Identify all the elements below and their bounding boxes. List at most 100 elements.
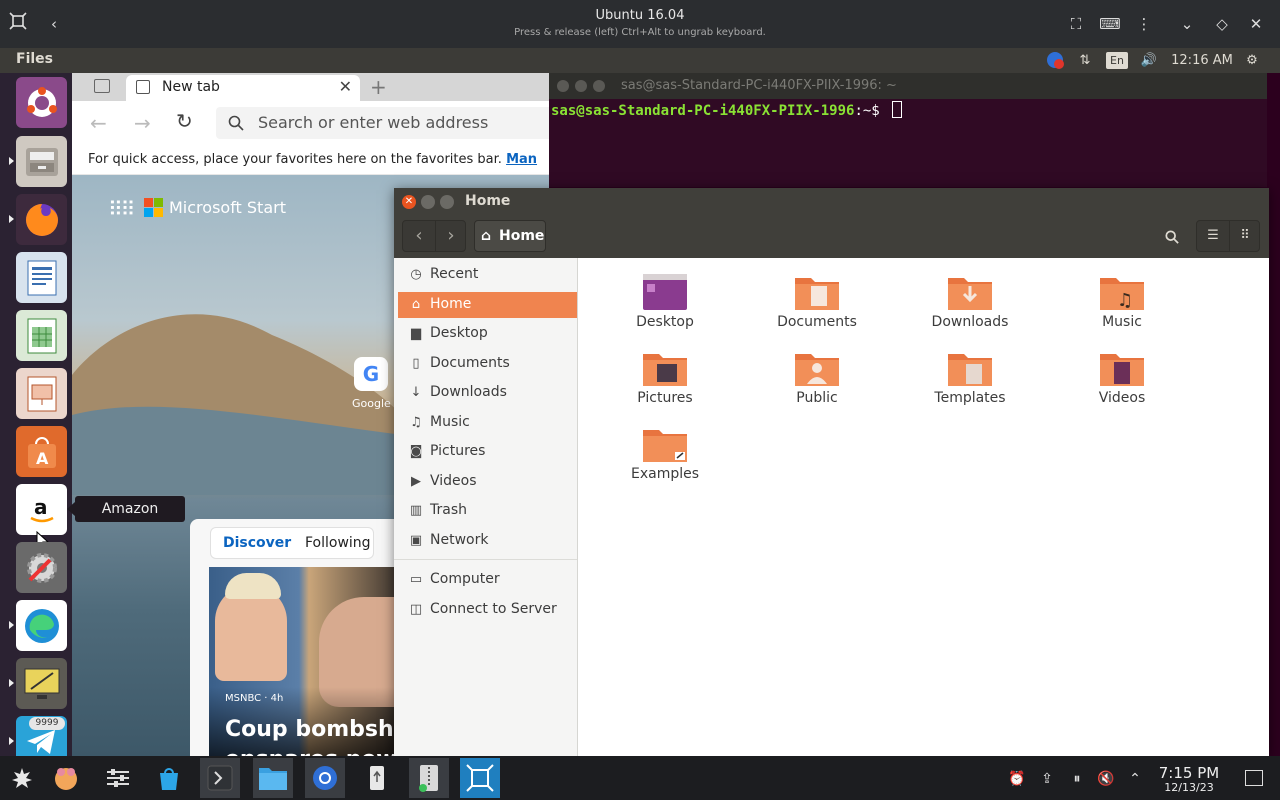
forward-icon[interactable]: →	[134, 111, 151, 135]
gear-icon[interactable]: ⚙	[1242, 50, 1262, 71]
sidebar-item-music[interactable]: ♫ Music	[398, 410, 577, 436]
breadcrumb-home[interactable]: ⌂ Home	[474, 220, 546, 252]
tray-expand-icon[interactable]: ⌃	[1124, 768, 1146, 790]
news-source: MSNBC · 4h	[225, 693, 284, 704]
ubuntu-top-panel: Files ⇅ En 🔊 12:16 AM ⚙	[0, 48, 1280, 73]
video-icon: ▶	[411, 474, 421, 489]
minimize-icon[interactable]	[575, 80, 587, 92]
sidebar-item-home[interactable]: ⌂ Home	[398, 292, 577, 318]
sidebar-item-trash[interactable]: ▥ Trash	[398, 498, 577, 524]
screen-fit-icon[interactable]: ⛶	[1064, 12, 1088, 36]
screenshot-tool-icon[interactable]	[16, 658, 67, 709]
folder-examples[interactable]: Examples	[600, 424, 730, 494]
search-button[interactable]	[1156, 220, 1188, 252]
taskbar-clock[interactable]: 7:15 PM	[1152, 764, 1226, 782]
folder-videos[interactable]: Videos	[1057, 348, 1187, 418]
sidebar-item-desktop[interactable]: ▆ Desktop	[398, 321, 577, 347]
tab-following[interactable]: Following	[305, 535, 371, 551]
archive-manager-icon[interactable]	[409, 758, 449, 798]
restore-icon[interactable]: ◇	[1210, 12, 1234, 36]
manage-favorites-link[interactable]: Man	[506, 152, 537, 167]
volume-icon[interactable]: 🔊	[1138, 50, 1160, 71]
apps-grid-icon[interactable]: ⠿⠿	[108, 197, 135, 221]
app-launcher-icon[interactable]	[2, 758, 42, 798]
ubuntu-dash-icon[interactable]	[16, 77, 67, 128]
folder-documents[interactable]: Documents	[752, 272, 882, 342]
google-shortcut-icon[interactable]: G	[354, 357, 388, 391]
new-tab-button[interactable]: +	[370, 75, 387, 99]
tab-actions-icon[interactable]	[94, 79, 110, 93]
sidebar-item-downloads[interactable]: ↓ Downloads	[398, 380, 577, 406]
libreoffice-writer-icon[interactable]	[16, 252, 67, 303]
sidebar-item-videos[interactable]: ▶ Videos	[398, 469, 577, 495]
network-arrows-icon[interactable]: ⇅	[1075, 50, 1095, 71]
usb-drive-icon[interactable]	[357, 758, 397, 798]
update-icon[interactable]: ⇪	[1036, 768, 1058, 790]
forward-icon[interactable]: ›	[435, 221, 466, 251]
more-options-icon[interactable]: ⋮	[1132, 12, 1156, 36]
close-icon[interactable]	[557, 80, 569, 92]
sidebar-item-connect-to-server[interactable]: ◫ Connect to Server	[398, 597, 577, 623]
chromium-taskbar-icon[interactable]	[305, 758, 345, 798]
terminal-window[interactable]: sas@sas-Standard-PC-i440FX-PIIX-1996: ~ …	[549, 73, 1267, 187]
folder-public[interactable]: Public	[752, 348, 882, 418]
close-icon[interactable]: ✕	[402, 195, 416, 209]
chevron-down-icon[interactable]: ⌄	[1175, 12, 1199, 36]
news-photo-face	[215, 585, 287, 681]
files-app-icon[interactable]	[16, 136, 67, 187]
sidebar-item-pictures[interactable]: ◙ Pictures	[398, 439, 577, 465]
maximize-icon[interactable]	[440, 195, 454, 209]
tab-discover[interactable]: Discover	[223, 535, 291, 551]
public-folder-icon	[795, 354, 839, 386]
alarm-icon[interactable]: ⏰	[1006, 768, 1028, 790]
vm-viewer-taskbar-icon[interactable]	[460, 758, 500, 798]
software-center-icon[interactable]: A	[16, 426, 67, 477]
firefox-icon[interactable]	[16, 194, 67, 245]
taskbar-date[interactable]: 12/13/23	[1152, 781, 1226, 794]
system-settings-icon[interactable]	[16, 542, 67, 593]
terminal-taskbar-icon[interactable]	[200, 758, 240, 798]
maximize-icon[interactable]	[593, 80, 605, 92]
folder-music[interactable]: ♫ Music	[1057, 272, 1187, 342]
refresh-icon[interactable]: ↻	[176, 109, 193, 133]
app-frog-icon[interactable]	[46, 758, 86, 798]
close-tab-icon[interactable]: ✕	[339, 77, 352, 96]
panel-clock[interactable]: 12:16 AM	[1170, 50, 1234, 71]
show-desktop-icon[interactable]	[1245, 770, 1263, 786]
edge-browser-icon[interactable]	[16, 600, 67, 651]
news-image[interactable]: MSNBC · 4h Coup bombshe ensnares new	[209, 567, 409, 756]
folder-templates[interactable]: Templates	[905, 348, 1035, 418]
terminal-titlebar: sas@sas-Standard-PC-i440FX-PIIX-1996: ~	[549, 73, 1267, 99]
tab-new-tab[interactable]: New tab ✕	[126, 75, 360, 101]
folder-pictures[interactable]: Pictures	[600, 348, 730, 418]
store-bag-icon[interactable]	[149, 758, 189, 798]
templates-folder-icon	[948, 354, 992, 386]
back-icon[interactable]: ←	[90, 111, 107, 135]
terminal-title: sas@sas-Standard-PC-i440FX-PIIX-1996: ~	[621, 78, 897, 93]
close-icon[interactable]: ✕	[1244, 12, 1268, 36]
list-view-icon[interactable]: ☰	[1197, 221, 1229, 251]
update-notifier-icon[interactable]	[1044, 50, 1066, 71]
camera-icon: ◙	[409, 444, 423, 459]
back-icon[interactable]: ‹	[403, 221, 435, 251]
grid-view-icon[interactable]: ⠿	[1229, 221, 1260, 251]
keyboard-layout-indicator[interactable]: En	[1106, 52, 1128, 69]
address-bar[interactable]: Search or enter web address	[216, 107, 549, 139]
folder-downloads[interactable]: Downloads	[905, 272, 1035, 342]
mute-icon[interactable]: 🔇	[1095, 768, 1117, 790]
minimize-icon[interactable]	[421, 195, 435, 209]
libreoffice-impress-icon[interactable]	[16, 368, 67, 419]
pause-icon[interactable]: ⏸	[1066, 768, 1088, 790]
settings-sliders-icon[interactable]	[98, 758, 138, 798]
page-icon	[136, 80, 150, 94]
libreoffice-calc-icon[interactable]	[16, 310, 67, 361]
sidebar-item-recent[interactable]: ◷ Recent	[398, 262, 577, 288]
keyboard-icon[interactable]: ⌨	[1098, 12, 1122, 36]
amazon-icon[interactable]: a	[16, 484, 67, 535]
file-manager-taskbar-icon[interactable]	[253, 758, 293, 798]
sidebar-item-network[interactable]: ▣ Network	[398, 528, 577, 554]
sidebar-item-computer[interactable]: ▭ Computer	[398, 567, 577, 593]
tab-title: New tab	[162, 79, 220, 95]
folder-desktop[interactable]: Desktop	[600, 272, 730, 342]
sidebar-item-documents[interactable]: ▯ Documents	[398, 351, 577, 377]
